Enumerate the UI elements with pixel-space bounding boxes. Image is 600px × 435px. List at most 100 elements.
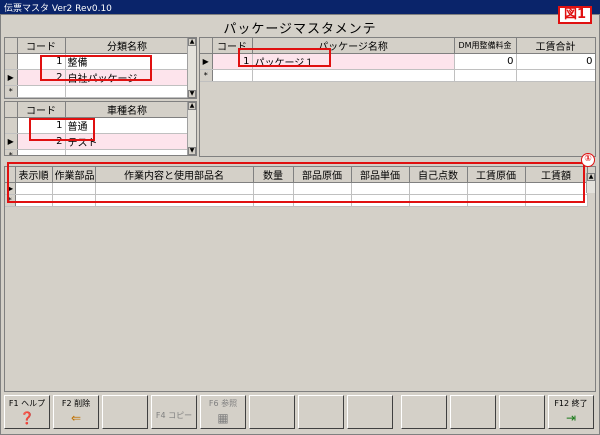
row-selector[interactable]: * xyxy=(5,149,18,155)
cell-package-name[interactable]: パッケージ１ xyxy=(252,53,455,70)
cell-package-name[interactable] xyxy=(252,69,455,82)
column-header-category-name[interactable]: 分類名称 xyxy=(65,38,190,54)
row-selector[interactable]: * xyxy=(5,85,18,98)
cell[interactable] xyxy=(293,194,352,207)
table-row[interactable]: 1 普通 xyxy=(5,117,190,134)
category-grid[interactable]: コード 分類名称 1 整備 ▶ 2 自社パッケージ * ▲ ▼ xyxy=(4,37,197,99)
f11b-button[interactable] xyxy=(499,395,545,429)
cell-code[interactable] xyxy=(17,85,66,98)
table-row[interactable]: ▶ xyxy=(5,182,588,195)
column-header-parts-cost[interactable]: 部品原価 xyxy=(293,167,352,183)
column-header-work-parts[interactable]: 作業部品 xyxy=(52,167,96,183)
table-row[interactable]: * xyxy=(200,69,595,82)
column-header-work-description[interactable]: 作業内容と使用部品名 xyxy=(95,167,254,183)
column-header-self-points[interactable]: 自己点数 xyxy=(409,167,468,183)
cell-dm-fee[interactable] xyxy=(454,69,517,82)
cell-code[interactable] xyxy=(212,69,253,82)
scroll-down-icon[interactable]: ▼ xyxy=(188,147,196,155)
cell-category-name[interactable]: 自社パッケージ xyxy=(65,69,190,86)
cell-code[interactable]: 1 xyxy=(17,53,66,70)
f1-help-button[interactable]: F1 ヘルプ ❓ xyxy=(4,395,50,429)
table-row[interactable]: * xyxy=(5,149,190,155)
cell-vehicle-name[interactable]: 普通 xyxy=(65,117,190,134)
column-header-vehicle-name[interactable]: 車種名称 xyxy=(65,102,190,118)
cell[interactable] xyxy=(351,182,410,195)
f10-button[interactable] xyxy=(401,395,447,429)
vehicle-grid[interactable]: コード 車種名称 1 普通 ▶ 2 テスト * ▲ ▼ xyxy=(4,101,197,156)
table-row[interactable]: ▶ 2 テスト xyxy=(5,133,190,150)
row-selector[interactable]: ▶ xyxy=(5,69,18,86)
f3-button[interactable] xyxy=(102,395,148,429)
scroll-up-icon[interactable]: ▲ xyxy=(188,102,196,110)
table-row[interactable]: * xyxy=(5,85,190,98)
row-selector[interactable]: ▶ xyxy=(5,133,18,150)
column-header-code[interactable]: コード xyxy=(17,102,66,118)
cell[interactable] xyxy=(253,194,294,207)
column-header-code[interactable]: コード xyxy=(212,38,253,54)
cell-labor-total[interactable] xyxy=(516,69,595,82)
f7-button[interactable] xyxy=(249,395,295,429)
cell[interactable] xyxy=(293,182,352,195)
cell-code[interactable]: 1 xyxy=(17,117,66,134)
f9-button[interactable] xyxy=(347,395,393,429)
cell[interactable] xyxy=(95,182,254,195)
f8-button[interactable] xyxy=(298,395,344,429)
scroll-up-icon[interactable]: ▲ xyxy=(587,173,595,181)
column-header-display-order[interactable]: 表示順 xyxy=(15,167,53,183)
vehicle-scrollbar[interactable]: ▲ ▼ xyxy=(187,102,196,155)
package-grid[interactable]: コード パッケージ名称 DM用整備料金 工賃合計 ▶ 1 パッケージ１ 0 0 … xyxy=(199,37,596,157)
column-header-labor-amount[interactable]: 工賃額 xyxy=(525,167,588,183)
cell-code[interactable]: 1 xyxy=(212,53,253,70)
column-header-dm-fee[interactable]: DM用整備料金 xyxy=(454,38,517,54)
scroll-down-icon[interactable]: ▼ xyxy=(188,90,196,98)
cell[interactable] xyxy=(95,194,254,207)
cell-labor-total[interactable]: 0 xyxy=(516,53,595,70)
cell[interactable] xyxy=(52,194,96,207)
cell[interactable] xyxy=(15,182,53,195)
f6-reference-button[interactable]: F6 参照 ▦ xyxy=(200,395,246,429)
row-selector[interactable] xyxy=(5,117,18,134)
scroll-up-icon[interactable]: ▲ xyxy=(188,38,196,46)
cell-category-name[interactable] xyxy=(65,85,190,98)
column-header-code[interactable]: コード xyxy=(17,38,66,54)
column-header-parts-unit-price[interactable]: 部品単価 xyxy=(351,167,410,183)
column-header-labor-cost[interactable]: 工賃原価 xyxy=(467,167,526,183)
table-row[interactable]: * xyxy=(5,194,588,207)
detail-scrollbar[interactable]: ▲ xyxy=(586,173,595,193)
cell-code[interactable]: 2 xyxy=(17,69,66,86)
cell[interactable] xyxy=(467,194,526,207)
row-selector[interactable] xyxy=(5,53,18,70)
row-selector[interactable]: ▶ xyxy=(200,53,213,70)
cell[interactable] xyxy=(409,182,468,195)
f2-delete-button[interactable]: F2 削除 ⇐ xyxy=(53,395,99,429)
f12-exit-button[interactable]: F12 終了 ⇥ xyxy=(548,395,594,429)
cell[interactable] xyxy=(351,194,410,207)
f11-button[interactable] xyxy=(450,395,496,429)
cell-category-name[interactable]: 整備 xyxy=(65,53,190,70)
cell[interactable] xyxy=(525,182,588,195)
grid-corner xyxy=(5,102,18,118)
cell-dm-fee[interactable]: 0 xyxy=(454,53,517,70)
row-selector[interactable]: ▶ xyxy=(5,182,16,195)
column-header-package-name[interactable]: パッケージ名称 xyxy=(252,38,455,54)
table-row[interactable]: ▶ 2 自社パッケージ xyxy=(5,69,190,86)
cell[interactable] xyxy=(467,182,526,195)
cell[interactable] xyxy=(525,194,588,207)
cell[interactable] xyxy=(52,182,96,195)
table-row[interactable]: 1 整備 xyxy=(5,53,190,70)
cell[interactable] xyxy=(409,194,468,207)
cell[interactable] xyxy=(15,194,53,207)
f4-copy-button[interactable]: F4 コピー xyxy=(151,395,197,429)
table-row[interactable]: ▶ 1 パッケージ１ 0 0 xyxy=(200,53,595,70)
cell-vehicle-name[interactable]: テスト xyxy=(65,133,190,150)
cell-code[interactable]: 2 xyxy=(17,133,66,150)
row-selector[interactable]: * xyxy=(5,194,16,207)
cell[interactable] xyxy=(253,182,294,195)
detail-grid[interactable]: 表示順 作業部品 作業内容と使用部品名 数量 部品原価 部品単価 自己点数 工賃… xyxy=(4,166,596,392)
column-header-quantity[interactable]: 数量 xyxy=(253,167,294,183)
cell-code[interactable] xyxy=(17,149,66,155)
category-scrollbar[interactable]: ▲ ▼ xyxy=(187,38,196,98)
row-selector[interactable]: * xyxy=(200,69,213,82)
column-header-labor-total[interactable]: 工賃合計 xyxy=(516,38,595,54)
cell-vehicle-name[interactable] xyxy=(65,149,190,155)
